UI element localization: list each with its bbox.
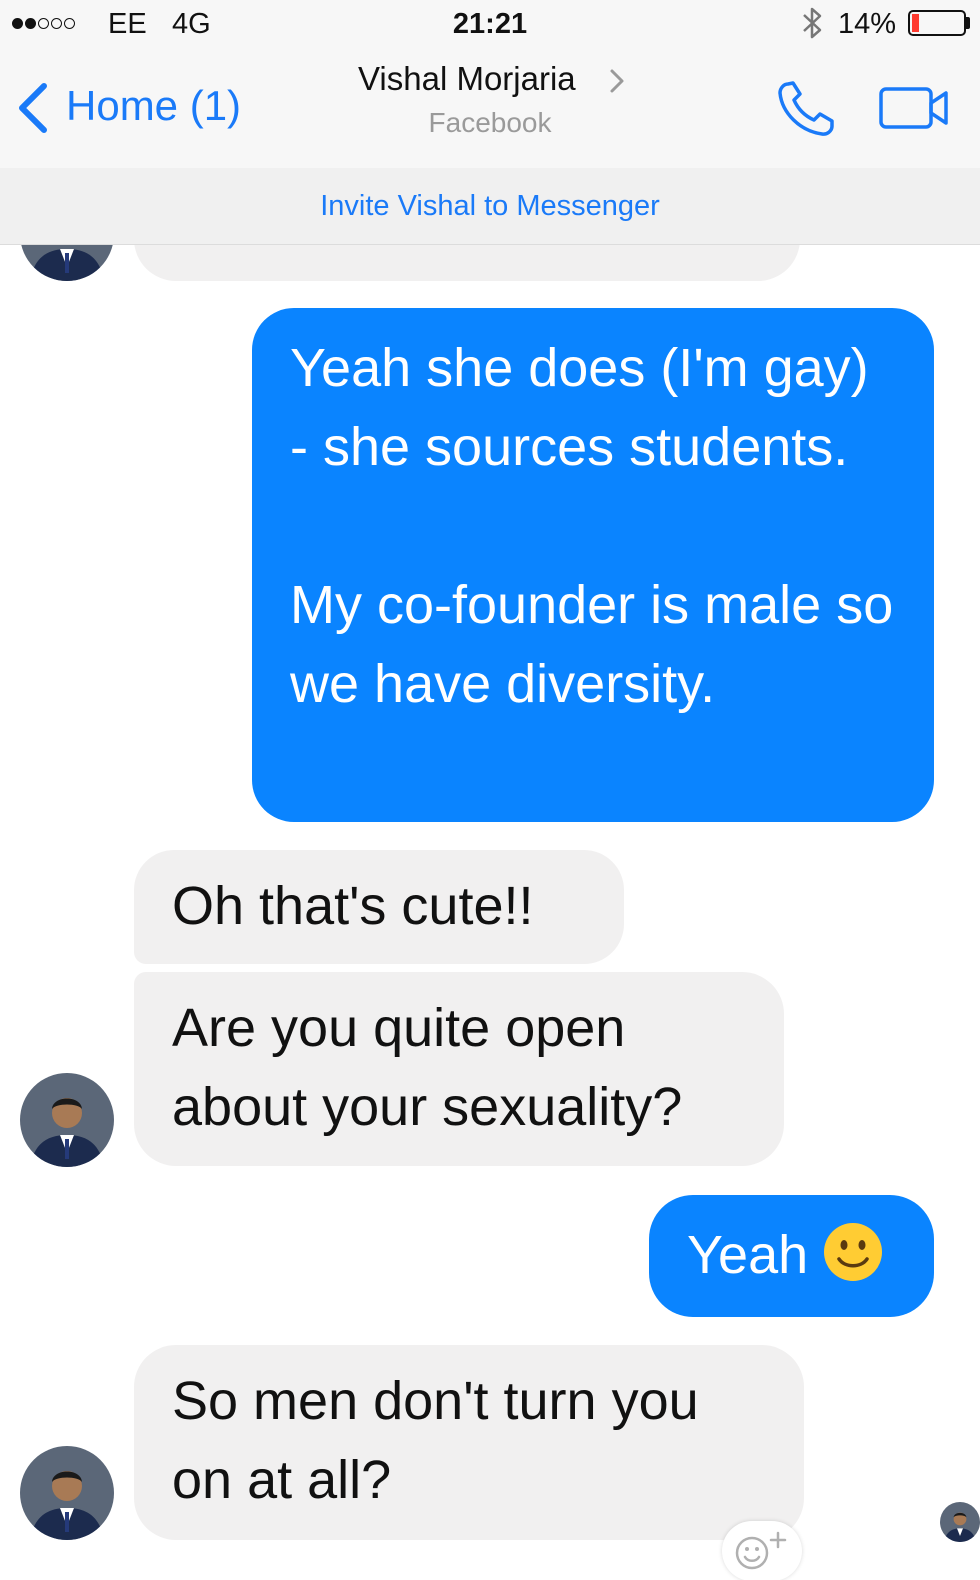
contact-avatar [20,1446,114,1540]
add-reaction-icon [735,1531,787,1570]
battery-level-fill [912,14,919,32]
outgoing-message-bubble[interactable]: Yeah [649,1195,934,1317]
phone-icon[interactable] [776,80,838,138]
status-bar: EE 4G 21:21 14% [0,0,980,46]
incoming-message-bubble[interactable]: Are you quite open about your sexuality? [134,972,784,1166]
message-text: Yeah [687,1225,809,1285]
battery-icon [908,10,966,36]
bluetooth-icon [803,7,822,39]
incoming-message-bubble[interactable]: y [134,245,800,281]
message-text: So men don't turn you on at all? [172,1371,699,1510]
message-text: Oh that's cute!! [172,876,534,936]
incoming-message-bubble[interactable]: Oh that's cute!! [134,850,624,964]
contact-avatar-icon [940,1502,980,1542]
contact-avatar [20,1073,114,1167]
navigation-header: EE 4G 21:21 14% Home (1) Vishal Morjaria… [0,0,980,169]
chevron-right-icon[interactable] [606,66,628,96]
status-time: 21:21 [452,8,528,40]
contact-name[interactable]: Vishal Morjaria [358,60,576,98]
message-thread: y Yeah she does (I'm gay) - she sources … [0,245,980,1580]
contact-avatar [20,245,114,281]
invite-to-messenger-link[interactable]: Invite Vishal to Messenger [0,168,980,245]
outgoing-message-bubble[interactable]: Yeah she does (I'm gay) - she sources st… [252,308,934,822]
add-reaction-button[interactable] [722,1521,802,1580]
video-camera-icon[interactable] [878,86,950,130]
message-text: Yeah she does (I'm gay) - she sources st… [290,338,894,714]
battery-cap [966,17,970,29]
battery-percentage: 14% [838,8,897,40]
message-text: y [172,245,762,252]
slightly-smiling-face-icon [824,1223,883,1281]
message-text: Are you quite open about your sexuality? [172,998,683,1137]
incoming-message-bubble[interactable]: So men don't turn you on at all? [134,1345,804,1540]
